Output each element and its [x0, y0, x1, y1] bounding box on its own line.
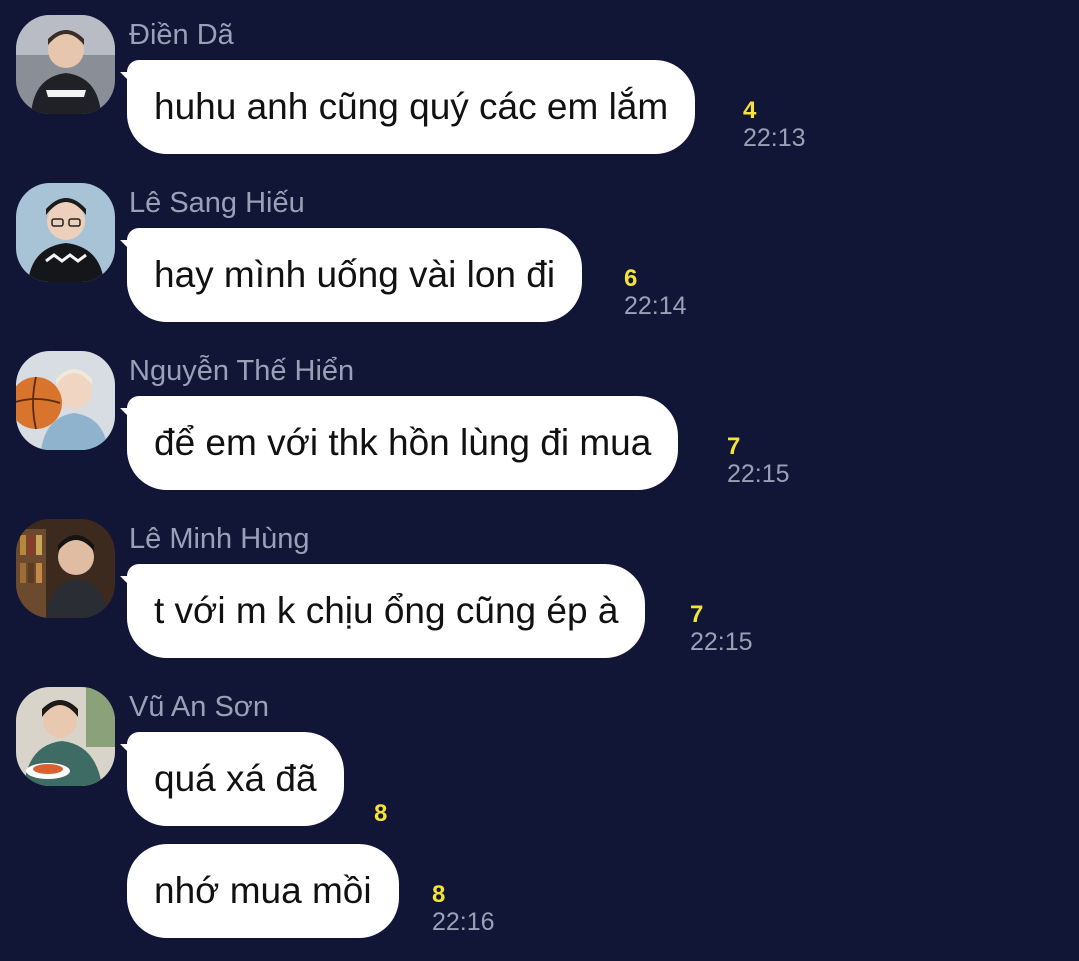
- message-time: 22:15: [690, 628, 753, 656]
- sender-name: Điền Dã: [129, 19, 234, 51]
- user-avatar-icon: [16, 183, 115, 282]
- reaction-count[interactable]: 8: [374, 802, 387, 826]
- message-meta: 8: [374, 802, 387, 826]
- message-bubble[interactable]: t với m k chịu ổng cũng ép à: [127, 564, 646, 658]
- sender-name: Lê Minh Hùng: [129, 523, 310, 555]
- sender-name: Nguyễn Thế Hiển: [129, 355, 355, 387]
- user-avatar-icon: [16, 519, 115, 618]
- sender-avatar[interactable]: [16, 687, 115, 786]
- message-time: 22:13: [743, 124, 806, 152]
- sender-name: Vũ An Sơn: [129, 691, 269, 723]
- user-avatar-icon: [16, 687, 115, 786]
- message-bubble[interactable]: quá xá đã: [127, 732, 344, 826]
- user-avatar-icon: [16, 351, 115, 450]
- reaction-count[interactable]: 8: [432, 883, 495, 907]
- message-bubble[interactable]: huhu anh cũng quý các em lắm: [127, 60, 696, 154]
- sender-avatar[interactable]: [16, 351, 115, 450]
- sender-avatar[interactable]: [16, 519, 115, 618]
- reaction-count[interactable]: 7: [727, 435, 790, 459]
- reaction-count[interactable]: 6: [624, 267, 687, 291]
- user-avatar-icon: [16, 15, 115, 114]
- message-meta: 8 22:16: [432, 883, 495, 935]
- message-bubble[interactable]: để em với thk hồn lùng đi mua: [127, 396, 679, 490]
- message-time: 22:16: [432, 908, 495, 936]
- message-meta: 7 22:15: [690, 603, 753, 655]
- message-meta: 7 22:15: [727, 435, 790, 487]
- sender-avatar[interactable]: [16, 183, 115, 282]
- message-bubble[interactable]: nhớ mua mồi: [127, 844, 399, 938]
- sender-name: Lê Sang Hiếu: [129, 187, 305, 219]
- reaction-count[interactable]: 4: [743, 99, 806, 123]
- message-bubble[interactable]: hay mình uống vài lon đi: [127, 228, 583, 322]
- message-time: 22:14: [624, 292, 687, 320]
- message-meta: 4 22:13: [743, 99, 806, 151]
- sender-avatar[interactable]: [16, 15, 115, 114]
- message-meta: 6 22:14: [624, 267, 687, 319]
- reaction-count[interactable]: 7: [690, 603, 753, 627]
- message-time: 22:15: [727, 460, 790, 488]
